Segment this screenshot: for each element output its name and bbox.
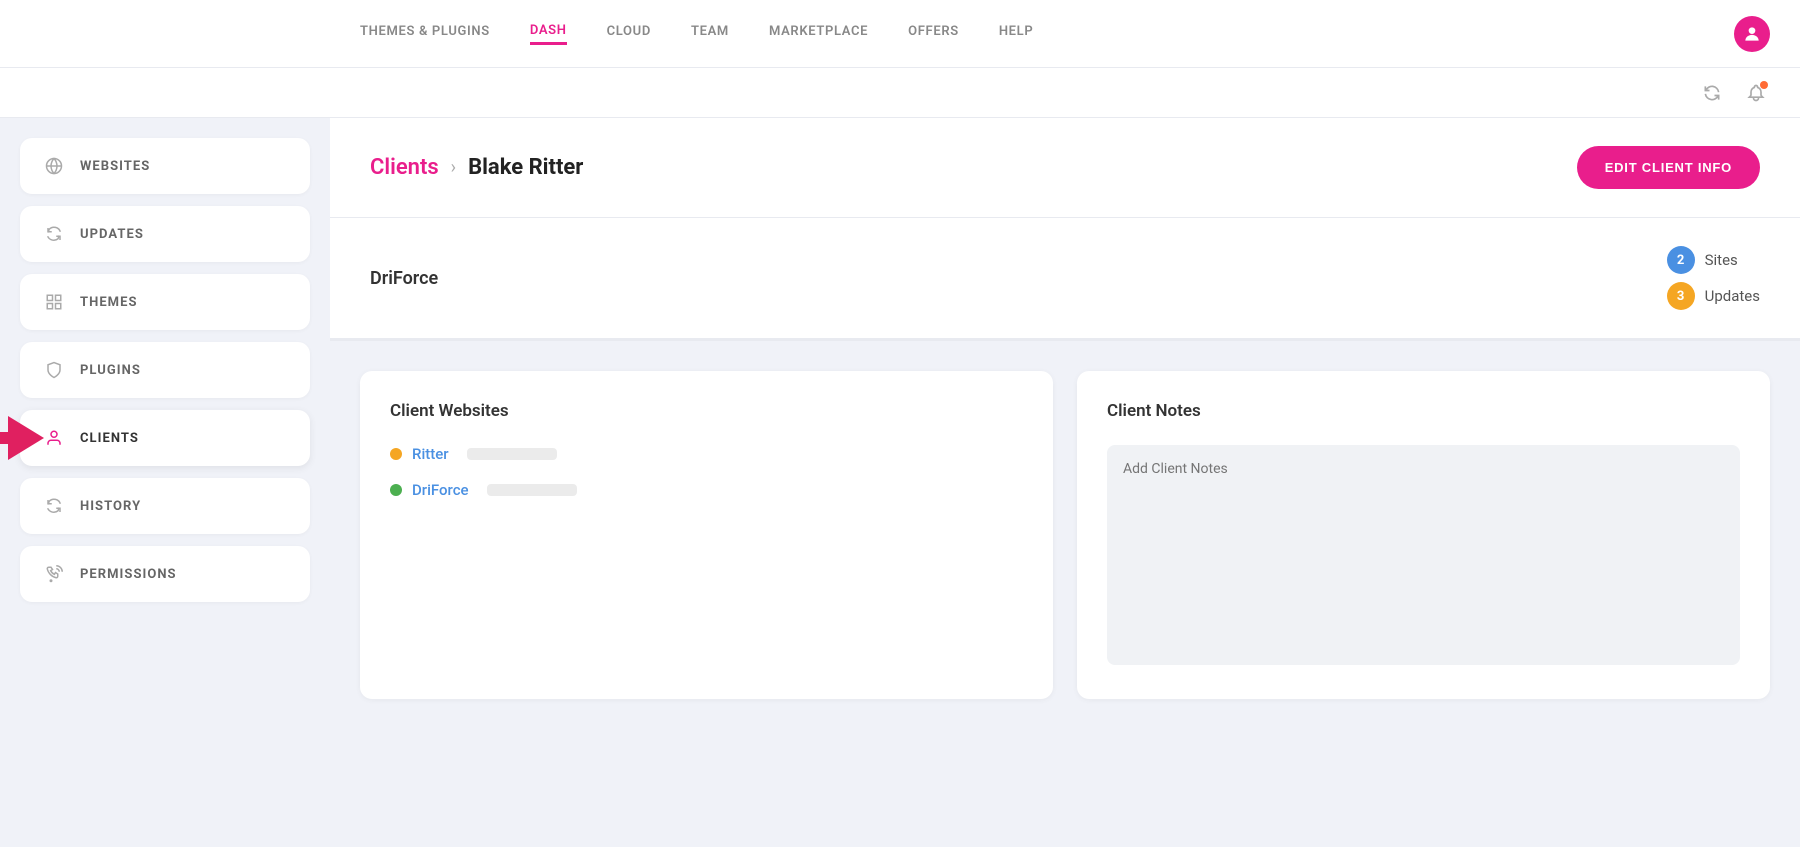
globe-icon	[44, 156, 64, 176]
breadcrumb-parent[interactable]: Clients	[370, 155, 439, 180]
sidebar-item-plugins[interactable]: PLUGINS	[20, 342, 310, 398]
arrow-indicator	[0, 416, 44, 460]
breadcrumb-current: Blake Ritter	[468, 155, 583, 180]
website-url-blur-ritter	[467, 448, 557, 460]
website-item-driforce[interactable]: DriForce	[390, 481, 1023, 499]
nav-links: THEMES & PLUGINS DASH CLOUD TEAM MARKETP…	[360, 23, 1734, 45]
themes-icon	[44, 292, 64, 312]
edit-client-info-button[interactable]: EDIT CLIENT INFO	[1577, 146, 1760, 189]
nav-offers[interactable]: OFFERS	[908, 24, 959, 43]
nav-team[interactable]: TEAM	[691, 24, 729, 43]
updates-label: UPDATES	[80, 227, 144, 242]
refresh-icon[interactable]	[1698, 79, 1726, 107]
notes-card-title: Client Notes	[1107, 401, 1740, 421]
updates-label: Updates	[1705, 287, 1760, 305]
client-company: DriForce	[370, 268, 438, 289]
arrow-head	[8, 416, 44, 460]
client-stats: 2 Sites 3 Updates	[1667, 246, 1760, 310]
nav-themes-plugins[interactable]: THEMES & PLUGINS	[360, 24, 490, 43]
client-websites-card: Client Websites Ritter DriForce	[360, 371, 1053, 699]
main-content: Clients › Blake Ritter EDIT CLIENT INFO …	[330, 118, 1800, 847]
sidebar-item-websites[interactable]: WEBSITES	[20, 138, 310, 194]
nav-right	[1734, 16, 1800, 52]
history-icon	[44, 496, 64, 516]
permissions-label: PERMISSIONS	[80, 567, 177, 582]
breadcrumb: Clients › Blake Ritter	[370, 155, 583, 180]
nav-help[interactable]: HELP	[999, 24, 1034, 43]
sidebar: WEBSITES UPDATES THEMES	[0, 118, 330, 847]
updates-icon	[44, 224, 64, 244]
cards-section: Client Websites Ritter DriForce Client N…	[330, 341, 1800, 729]
sites-stat-row: 2 Sites	[1667, 246, 1760, 274]
nav-marketplace[interactable]: MARKETPLACE	[769, 24, 868, 43]
client-notes-card: Client Notes	[1077, 371, 1770, 699]
main-layout: WEBSITES UPDATES THEMES	[0, 118, 1800, 847]
notification-dot	[1760, 81, 1768, 89]
plugins-icon	[44, 360, 64, 380]
plugins-label: PLUGINS	[80, 363, 141, 378]
sites-count-badge: 2	[1667, 246, 1695, 274]
content-header: Clients › Blake Ritter EDIT CLIENT INFO	[330, 118, 1800, 218]
top-navigation: THEMES & PLUGINS DASH CLOUD TEAM MARKETP…	[0, 0, 1800, 68]
themes-label: THEMES	[80, 295, 138, 310]
permissions-icon	[44, 564, 64, 584]
history-label: HISTORY	[80, 499, 141, 514]
sub-navigation	[0, 68, 1800, 118]
website-link-ritter[interactable]: Ritter	[412, 445, 449, 463]
websites-label: WEBSITES	[80, 159, 150, 174]
notification-icon[interactable]	[1742, 79, 1770, 107]
sidebar-item-updates[interactable]: UPDATES	[20, 206, 310, 262]
website-url-blur-driforce	[487, 484, 577, 496]
updates-count-badge: 3	[1667, 282, 1695, 310]
client-info-section: DriForce 2 Sites 3 Updates	[330, 218, 1800, 341]
sidebar-item-history[interactable]: HISTORY	[20, 478, 310, 534]
website-dot-driforce	[390, 484, 402, 496]
sidebar-item-themes[interactable]: THEMES	[20, 274, 310, 330]
clients-icon	[44, 428, 64, 448]
clients-label: CLIENTS	[80, 431, 139, 446]
websites-card-title: Client Websites	[390, 401, 1023, 421]
sidebar-item-permissions[interactable]: PERMISSIONS	[20, 546, 310, 602]
updates-stat-row: 3 Updates	[1667, 282, 1760, 310]
nav-dash[interactable]: DASH	[530, 23, 567, 45]
sites-label: Sites	[1705, 251, 1738, 269]
sidebar-item-clients[interactable]: CLIENTS	[20, 410, 310, 466]
nav-cloud[interactable]: CLOUD	[607, 24, 651, 43]
user-avatar[interactable]	[1734, 16, 1770, 52]
breadcrumb-chevron: ›	[451, 157, 456, 178]
website-item-ritter[interactable]: Ritter	[390, 445, 1023, 463]
notes-textarea[interactable]	[1107, 445, 1740, 665]
website-link-driforce[interactable]: DriForce	[412, 481, 469, 499]
sidebar-clients-wrapper: CLIENTS	[20, 410, 310, 466]
website-dot-ritter	[390, 448, 402, 460]
